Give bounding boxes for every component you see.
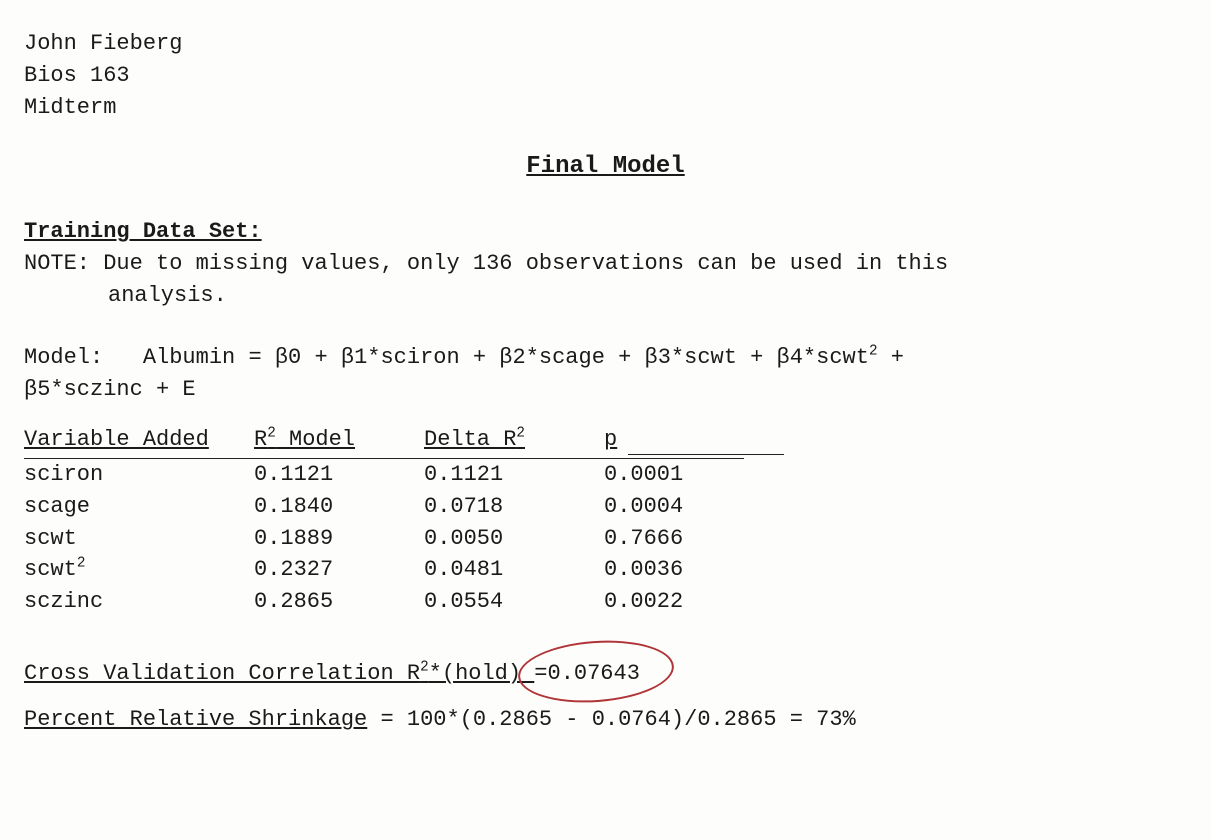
cv-label: Cross Validation Correlation R2*(hold) <box>24 661 534 686</box>
th-r2-tail: Model <box>276 427 355 452</box>
cell-p: 0.0036 <box>604 554 744 586</box>
model-eq-sq: 2 <box>869 344 878 360</box>
training-note: NOTE: Due to missing values, only 136 ob… <box>24 248 1187 280</box>
cell-delta: 0.0554 <box>424 586 604 618</box>
th-variable: Variable Added <box>24 424 254 458</box>
cell-r2: 0.1889 <box>254 523 424 555</box>
table-body: sciron0.11210.11210.0001scage0.18400.071… <box>24 458 744 618</box>
model-eq-line1: Albumin = β0 + β1*sciron + β2*scage + β3… <box>143 345 869 370</box>
shrinkage-line: Percent Relative Shrinkage = 100*(0.2865… <box>24 704 1187 736</box>
th-p: p <box>604 424 744 458</box>
note-text-2: analysis. <box>24 280 1187 312</box>
cell-p: 0.0022 <box>604 586 744 618</box>
model-label: Model: <box>24 345 103 370</box>
cell-p: 0.0004 <box>604 491 744 523</box>
table-row: sciron0.11210.11210.0001 <box>24 458 744 490</box>
cell-variable: scage <box>24 491 254 523</box>
cell-delta: 0.0050 <box>424 523 604 555</box>
th-r2: R2 Model <box>254 424 424 458</box>
th-delta-base: Delta R <box>424 427 516 452</box>
cell-variable: sciron <box>24 458 254 490</box>
th-r2-base: R <box>254 427 267 452</box>
cell-p: 0.7666 <box>604 523 744 555</box>
cell-variable: sczinc <box>24 586 254 618</box>
table-row: scwt20.23270.04810.0036 <box>24 554 744 586</box>
cv-label-a: Cross Validation Correlation R <box>24 661 420 686</box>
cell-r2: 0.1121 <box>254 458 424 490</box>
cv-value: 0.07643 <box>548 661 640 686</box>
table-header-row: Variable Added R2 Model Delta R2 p <box>24 424 744 458</box>
th-delta-sup: 2 <box>516 426 525 442</box>
cell-r2: 0.2865 <box>254 586 424 618</box>
th-delta: Delta R2 <box>424 424 604 458</box>
cross-validation-line: Cross Validation Correlation R2*(hold) =… <box>24 658 1187 690</box>
table-row: scwt0.18890.00500.7666 <box>24 523 744 555</box>
note-prefix: NOTE: <box>24 251 90 276</box>
author-name: John Fieberg <box>24 28 1187 60</box>
document-header: John Fieberg Bios 163 Midterm <box>24 28 1187 124</box>
shrinkage-rest: = 100*(0.2865 - 0.0764)/0.2865 = 73% <box>367 707 855 732</box>
table-row: sczinc0.28650.05540.0022 <box>24 586 744 618</box>
table-row: scage0.18400.07180.0004 <box>24 491 744 523</box>
shrinkage-label: Percent Relative Shrinkage <box>24 707 367 732</box>
model-eq-tail1: + <box>878 345 904 370</box>
cell-variable: scwt2 <box>24 554 254 586</box>
cell-variable: scwt <box>24 523 254 555</box>
cell-p: 0.0001 <box>604 458 744 490</box>
cell-delta: 0.0718 <box>424 491 604 523</box>
cell-delta: 0.1121 <box>424 458 604 490</box>
model-eq-line2: β5*sczinc + E <box>24 374 1187 406</box>
cell-delta: 0.0481 <box>424 554 604 586</box>
th-r2-sup: 2 <box>267 426 276 442</box>
assignment-name: Midterm <box>24 92 1187 124</box>
cv-label-b: *(hold) <box>429 661 521 686</box>
page-title: Final Model <box>24 150 1187 185</box>
cell-variable-sup: 2 <box>77 556 86 572</box>
cv-eq: = <box>534 661 547 686</box>
note-text-1: Due to missing values, only 136 observat… <box>103 251 948 276</box>
results-table: Variable Added R2 Model Delta R2 p sciro… <box>24 424 744 618</box>
course-name: Bios 163 <box>24 60 1187 92</box>
cv-label-sup: 2 <box>420 660 429 676</box>
model-equation: Model: Albumin = β0 + β1*sciron + β2*sca… <box>24 342 1187 406</box>
cell-r2: 0.1840 <box>254 491 424 523</box>
training-section: Training Data Set: NOTE: Due to missing … <box>24 216 1187 312</box>
cell-r2: 0.2327 <box>254 554 424 586</box>
training-label: Training Data Set: <box>24 219 262 244</box>
